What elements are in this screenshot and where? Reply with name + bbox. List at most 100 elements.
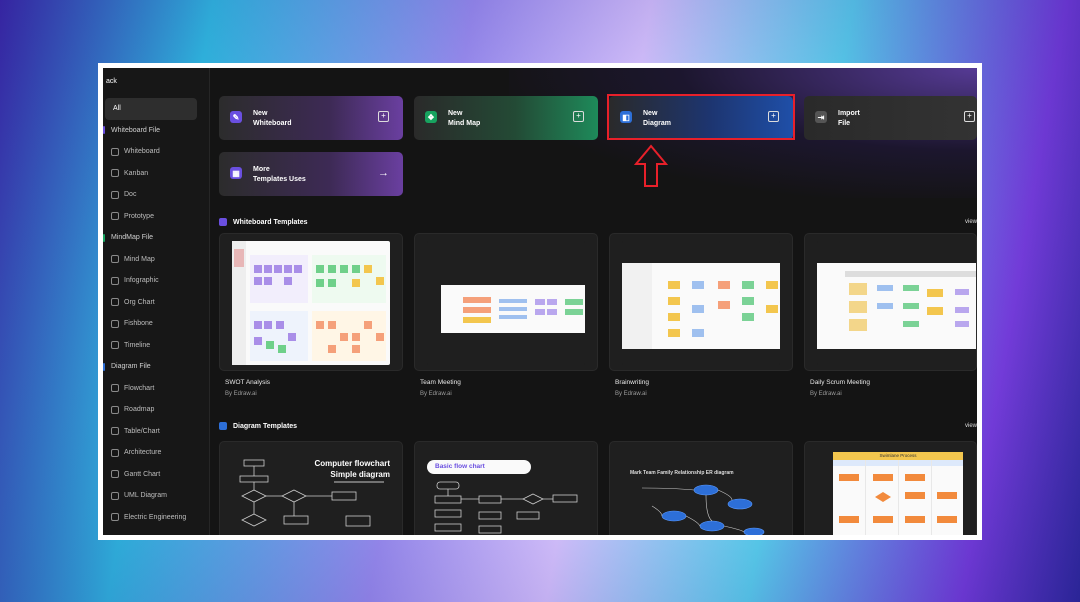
nav-icon bbox=[111, 405, 119, 414]
section-marker-icon bbox=[103, 126, 105, 135]
flowchart-thumbnail-graphic bbox=[239, 459, 384, 527]
sidebar-item-kanban[interactable]: Kanban bbox=[103, 163, 203, 185]
card-label-line2: File bbox=[838, 120, 851, 127]
template-card-daily-scrum[interactable] bbox=[804, 233, 977, 371]
sidebar-item-org-chart[interactable]: Org Chart bbox=[103, 292, 203, 314]
template-card-brainwriting[interactable] bbox=[609, 233, 793, 371]
card-label-line2: Whiteboard bbox=[253, 120, 292, 127]
er-diagram-thumbnail-graphic bbox=[641, 484, 765, 535]
sidebar-item-diagram-file[interactable]: Diagram File bbox=[103, 356, 203, 378]
up-arrow-annotation bbox=[634, 144, 668, 187]
view-all-diagram-link[interactable]: view bbox=[965, 423, 977, 429]
sidebar-item-label: UML Diagram bbox=[124, 492, 167, 500]
diagram-section-icon bbox=[219, 422, 227, 430]
sidebar-item-roadmap[interactable]: Roadmap bbox=[103, 399, 203, 421]
nav-icon bbox=[111, 341, 119, 350]
section-marker-icon bbox=[103, 233, 105, 242]
sidebar-item-label: Table/Chart bbox=[124, 427, 160, 435]
brainwriting-thumbnail-graphic bbox=[622, 263, 780, 349]
sidebar-item-mindmap-file[interactable]: MindMap File bbox=[103, 227, 203, 249]
sidebar-item-label: Whiteboard bbox=[124, 148, 160, 156]
sidebar-item-whiteboard[interactable]: Whiteboard bbox=[103, 141, 203, 163]
diagram-templates-heading: Diagram Templates bbox=[219, 422, 297, 430]
nav-icon bbox=[111, 298, 119, 307]
sidebar-item-label: Mind Map bbox=[124, 255, 155, 263]
sidebar-item-label: Timeline bbox=[124, 341, 151, 349]
sidebar-item-infographic[interactable]: Infographic bbox=[103, 270, 203, 292]
template-name: Team Meeting bbox=[420, 379, 461, 386]
sidebar-item-label: Doc bbox=[124, 191, 137, 199]
whiteboard-section-icon bbox=[219, 218, 227, 226]
template-name: SWOT Analysis bbox=[225, 379, 271, 386]
more-templates-button[interactable]: ▦ More Templates Uses → bbox=[219, 152, 403, 196]
sidebar-item-whiteboard-file[interactable]: Whiteboard File bbox=[103, 120, 203, 142]
plus-icon: + bbox=[964, 111, 975, 122]
sidebar-item-mind-map[interactable]: Mind Map bbox=[103, 249, 203, 271]
sidebar-item-timeline[interactable]: Timeline bbox=[103, 335, 203, 357]
import-file-button[interactable]: ⇥ Import File + bbox=[804, 96, 977, 140]
daily-scrum-thumbnail-graphic bbox=[817, 263, 976, 349]
nav-icon bbox=[111, 384, 119, 393]
template-author: By Edraw.ai bbox=[225, 391, 257, 397]
sidebar-item-architecture[interactable]: Architecture bbox=[103, 442, 203, 464]
template-thumbnail bbox=[622, 241, 780, 365]
nav-icon bbox=[111, 427, 119, 436]
sidebar-item-gantt-chart[interactable]: Gantt Chart bbox=[103, 464, 203, 486]
sidebar-item-label: Infographic bbox=[124, 277, 159, 285]
back-link[interactable]: ack bbox=[106, 78, 117, 85]
thumbnail-title: Swimlane Process bbox=[833, 452, 963, 460]
template-card-computer-flowchart[interactable]: Computer flowchart Simple diagram bbox=[219, 441, 403, 535]
new-mindmap-button[interactable]: ❖ New Mind Map + bbox=[414, 96, 598, 140]
nav-icon bbox=[111, 276, 119, 285]
sidebar-item-doc[interactable]: Doc bbox=[103, 184, 203, 206]
template-name: Daily Scrum Meeting bbox=[810, 379, 870, 386]
sidebar-item-label: Flowchart bbox=[124, 384, 155, 392]
nav-icon bbox=[111, 513, 119, 522]
import-icon: ⇥ bbox=[815, 111, 827, 123]
nav-icon bbox=[111, 448, 119, 457]
sidebar-item-label: Architecture bbox=[124, 449, 162, 457]
template-author: By Edraw.ai bbox=[615, 391, 647, 397]
template-card-basic-flow-chart[interactable]: Basic flow chart bbox=[414, 441, 598, 535]
card-label-line1: More bbox=[253, 166, 270, 173]
arrow-right-icon: → bbox=[378, 167, 389, 179]
card-label-line1: New bbox=[253, 110, 268, 117]
plus-icon: + bbox=[573, 111, 584, 122]
sidebar-item-label: Org Chart bbox=[124, 298, 155, 306]
whiteboard-templates-heading: Whiteboard Templates bbox=[219, 218, 308, 226]
nav-icon bbox=[111, 491, 119, 500]
sidebar-item-label: Roadmap bbox=[124, 406, 155, 414]
thumbnail-title: Basic flow chart bbox=[427, 460, 531, 474]
sidebar-item-label: Electric Engineering bbox=[124, 513, 187, 521]
sidebar: ack All Whiteboard File Whiteboard Kanban Do… bbox=[103, 68, 210, 535]
sidebar-item-prototype[interactable]: Prototype bbox=[103, 206, 203, 228]
nav-icon bbox=[111, 212, 119, 221]
sidebar-item-fishbone[interactable]: Fishbone bbox=[103, 313, 203, 335]
nav-icon bbox=[111, 190, 119, 199]
highlight-box bbox=[607, 94, 795, 140]
sidebar-item-electric-engineering[interactable]: Electric Engineering bbox=[103, 507, 203, 529]
template-card-swimlane[interactable]: Swimlane Process bbox=[804, 441, 977, 535]
view-all-whiteboard-link[interactable]: view bbox=[965, 219, 977, 225]
template-card-swot[interactable] bbox=[219, 233, 403, 371]
template-card-team-meeting[interactable] bbox=[414, 233, 598, 371]
card-label-line2: Templates Uses bbox=[253, 176, 306, 183]
template-thumbnail bbox=[232, 241, 390, 365]
template-card-er-diagram[interactable]: Mark Team Family Relationship ER diagram bbox=[609, 441, 793, 535]
nav-icon bbox=[111, 470, 119, 479]
nav-icon bbox=[111, 255, 119, 264]
card-label-line1: Import bbox=[838, 110, 860, 117]
mindmap-icon: ❖ bbox=[425, 111, 437, 123]
sidebar-item-label: Diagram File bbox=[111, 363, 151, 371]
team-meeting-thumbnail-graphic bbox=[441, 285, 595, 333]
sidebar-item-uml-diagram[interactable]: UML Diagram bbox=[103, 485, 203, 507]
sidebar-item-flowchart[interactable]: Flowchart bbox=[103, 378, 203, 400]
sidebar-item-label: Fishbone bbox=[124, 320, 153, 328]
nav-icon bbox=[111, 319, 119, 328]
nav-icon bbox=[111, 169, 119, 178]
sidebar-item-label: Prototype bbox=[124, 212, 154, 220]
sidebar-item-table-chart[interactable]: Table/Chart bbox=[103, 421, 203, 443]
sidebar-item-all[interactable]: All bbox=[105, 98, 197, 120]
new-whiteboard-button[interactable]: ✎ New Whiteboard + bbox=[219, 96, 403, 140]
template-thumbnail bbox=[427, 241, 595, 365]
